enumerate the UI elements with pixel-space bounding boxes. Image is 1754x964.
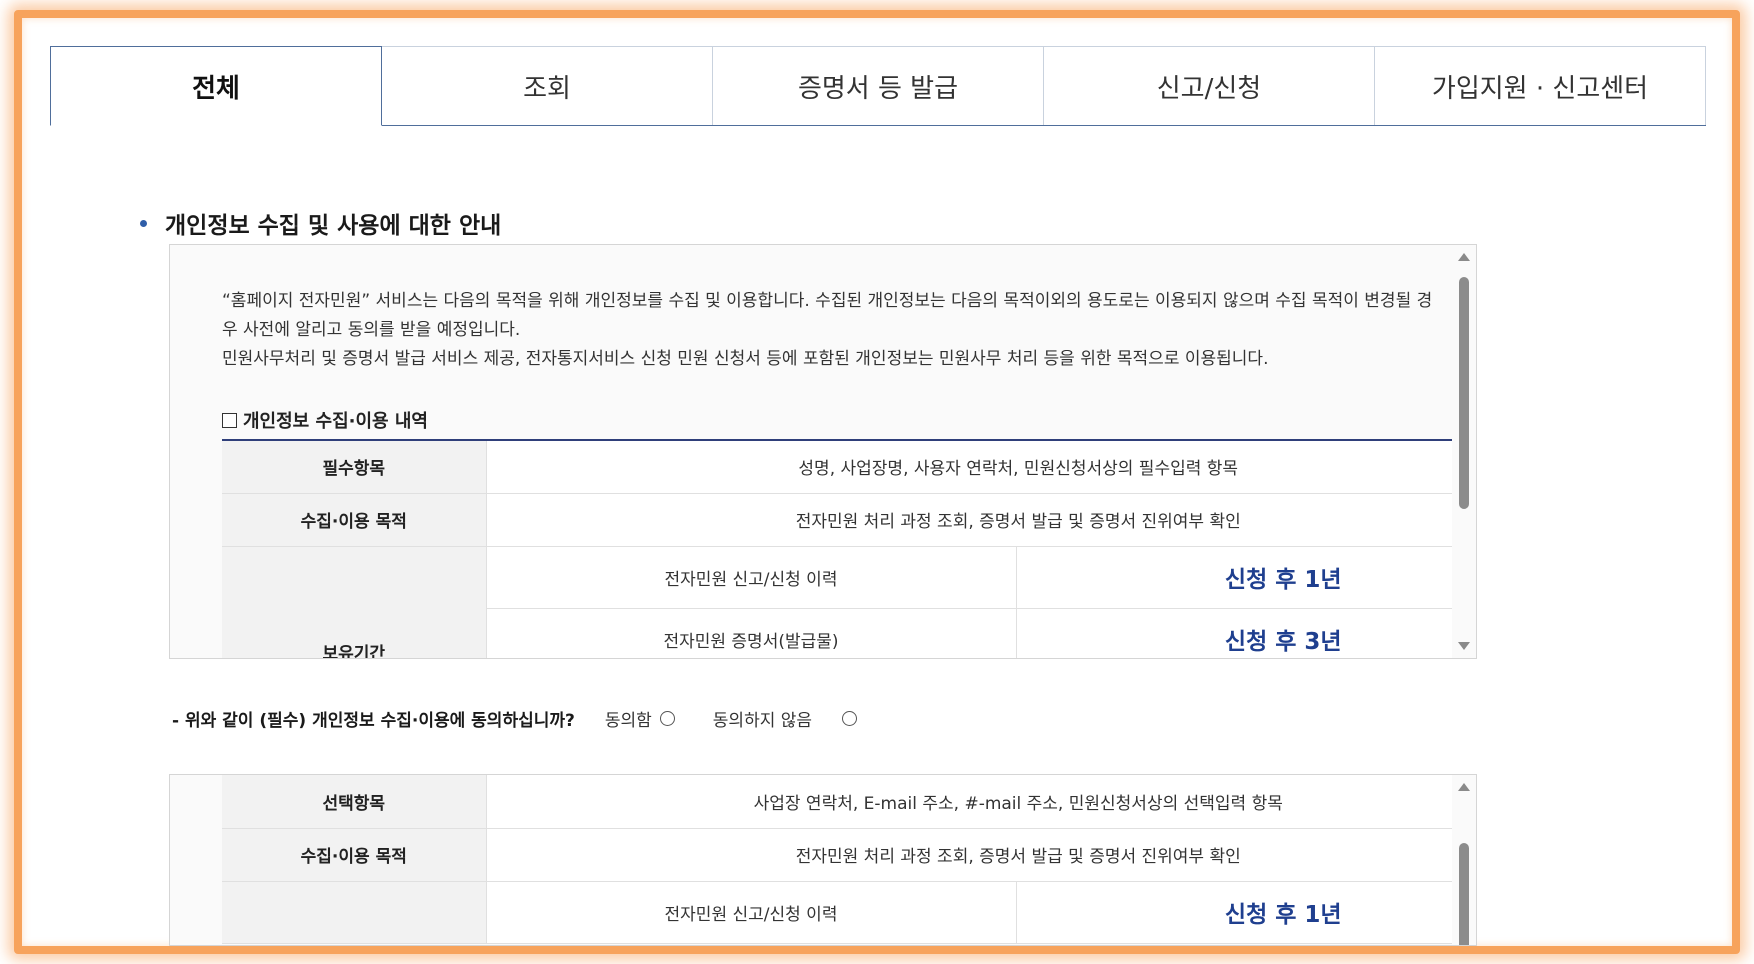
retention-header: 보유기간 xyxy=(222,546,486,658)
row-header: 수집·이용 목적 xyxy=(222,828,486,882)
retention-header xyxy=(222,881,486,944)
tab-support-center[interactable]: 가입지원 · 신고센터 xyxy=(1375,46,1706,125)
scroll-content: 선택항목 사업장 연락처, E-mail 주소, #-mail 주소, 민원신청… xyxy=(170,775,1452,945)
collection-table-title: 개인정보 수집·이용 내역 xyxy=(222,407,428,433)
retention-period: 신청 후 1년 xyxy=(1015,881,1452,944)
row-value: 전자민원 처리 과정 조회, 증명서 발급 및 증명서 진위여부 확인 xyxy=(485,828,1452,882)
notice-paragraph-2: 민원사무처리 및 증명서 발급 서비스 제공, 전자통지서비스 신청 민원 신청… xyxy=(222,349,1269,369)
row-value: 전자민원 처리 과정 조회, 증명서 발급 및 증명서 진위여부 확인 xyxy=(485,493,1452,547)
scroll-down-arrow-icon[interactable] xyxy=(1458,642,1470,650)
vertical-scrollbar[interactable] xyxy=(1452,775,1476,945)
required-privacy-scrollbox[interactable]: “홈페이지 전자민원” 서비스는 다음의 목적을 위해 개인정보를 수집 및 이… xyxy=(169,244,1477,659)
retention-item: 전자민원 증명서(발급물) xyxy=(485,608,1016,658)
agree-label: 동의함 xyxy=(604,711,652,731)
row-header: 수집·이용 목적 xyxy=(222,493,486,547)
tab-certificate-issuance[interactable]: 증명서 등 발급 xyxy=(713,46,1044,125)
table-row: 선택항목 사업장 연락처, E-mail 주소, #-mail 주소, 민원신청… xyxy=(222,775,1452,829)
optional-items-table: 선택항목 사업장 연락처, E-mail 주소, #-mail 주소, 민원신청… xyxy=(222,775,1452,944)
scrollbar-thumb[interactable] xyxy=(1459,843,1469,945)
tab-report-application[interactable]: 신고/신청 xyxy=(1044,46,1375,125)
optional-privacy-scrollbox[interactable]: 선택항목 사업장 연락처, E-mail 주소, #-mail 주소, 민원신청… xyxy=(169,774,1477,946)
privacy-notice-text: “홈페이지 전자민원” 서비스는 다음의 목적을 위해 개인정보를 수집 및 이… xyxy=(222,287,1442,374)
row-value: 사업장 연락처, E-mail 주소, #-mail 주소, 민원신청서상의 선… xyxy=(485,775,1452,829)
row-value: 성명, 사업장명, 사용자 연락처, 민원신청서상의 필수입력 항목 xyxy=(485,440,1452,494)
scrollbar-thumb[interactable] xyxy=(1459,277,1469,509)
agree-option[interactable]: 동의함 xyxy=(605,706,675,731)
table-row: 보유기간 전자민원 신고/신청 이력 신청 후 1년 xyxy=(222,546,1452,658)
page-content: 전체 조회 증명서 등 발급 신고/신청 가입지원 · 신고센터 개인정보 수집… xyxy=(22,18,1732,946)
scroll-content: “홈페이지 전자민원” 서비스는 다음의 목적을 위해 개인정보를 수집 및 이… xyxy=(170,245,1452,658)
bullet-icon xyxy=(140,219,147,227)
retention-item: 전자민원 신고/신청 이력 xyxy=(485,881,1016,944)
disagree-radio[interactable] xyxy=(842,711,858,726)
retention-item: 전자민원 신고/신청 이력 xyxy=(485,546,1016,609)
table-row: 필수항목 성명, 사업장명, 사용자 연락처, 민원신청서상의 필수입력 항목 xyxy=(222,440,1452,494)
section-heading: 개인정보 수집 및 사용에 대한 안내 xyxy=(140,206,502,240)
disagree-option[interactable]: 동의하지 않음 xyxy=(712,706,858,731)
agree-radio[interactable] xyxy=(659,711,675,726)
highlight-frame: 전체 조회 증명서 등 발급 신고/신청 가입지원 · 신고센터 개인정보 수집… xyxy=(14,10,1740,954)
table-row: 전자민원 신고/신청 이력 신청 후 1년 xyxy=(222,881,1452,944)
scroll-up-arrow-icon[interactable] xyxy=(1458,783,1470,791)
row-header: 선택항목 xyxy=(222,775,486,829)
required-items-table: 필수항목 성명, 사업장명, 사용자 연락처, 민원신청서상의 필수입력 항목 … xyxy=(222,439,1452,658)
tab-inquiry[interactable]: 조회 xyxy=(382,46,713,125)
scroll-up-arrow-icon[interactable] xyxy=(1458,253,1470,261)
section-title-text: 개인정보 수집 및 사용에 대한 안내 xyxy=(165,213,502,239)
consent-question: - 위와 같이 (필수) 개인정보 수집·이용에 동의하십니까? xyxy=(172,711,575,731)
table-row: 수집·이용 목적 전자민원 처리 과정 조회, 증명서 발급 및 증명서 진위여… xyxy=(222,828,1452,882)
required-consent-row: - 위와 같이 (필수) 개인정보 수집·이용에 동의하십니까? 동의함 동의하… xyxy=(172,706,895,731)
table-row: 수집·이용 목적 전자민원 처리 과정 조회, 증명서 발급 및 증명서 진위여… xyxy=(222,493,1452,547)
tab-all[interactable]: 전체 xyxy=(50,46,382,126)
retention-period: 신청 후 1년 xyxy=(1015,546,1452,609)
square-bullet-icon xyxy=(222,412,237,428)
disagree-label: 동의하지 않음 xyxy=(712,711,813,731)
collection-table-title-text: 개인정보 수집·이용 내역 xyxy=(243,411,428,432)
vertical-scrollbar[interactable] xyxy=(1452,245,1476,658)
row-header: 필수항목 xyxy=(222,440,486,494)
retention-period: 신청 후 3년 xyxy=(1015,608,1452,658)
notice-paragraph-1: “홈페이지 전자민원” 서비스는 다음의 목적을 위해 개인정보를 수집 및 이… xyxy=(222,291,1433,340)
category-tabs: 전체 조회 증명서 등 발급 신고/신청 가입지원 · 신고센터 xyxy=(50,46,1706,126)
